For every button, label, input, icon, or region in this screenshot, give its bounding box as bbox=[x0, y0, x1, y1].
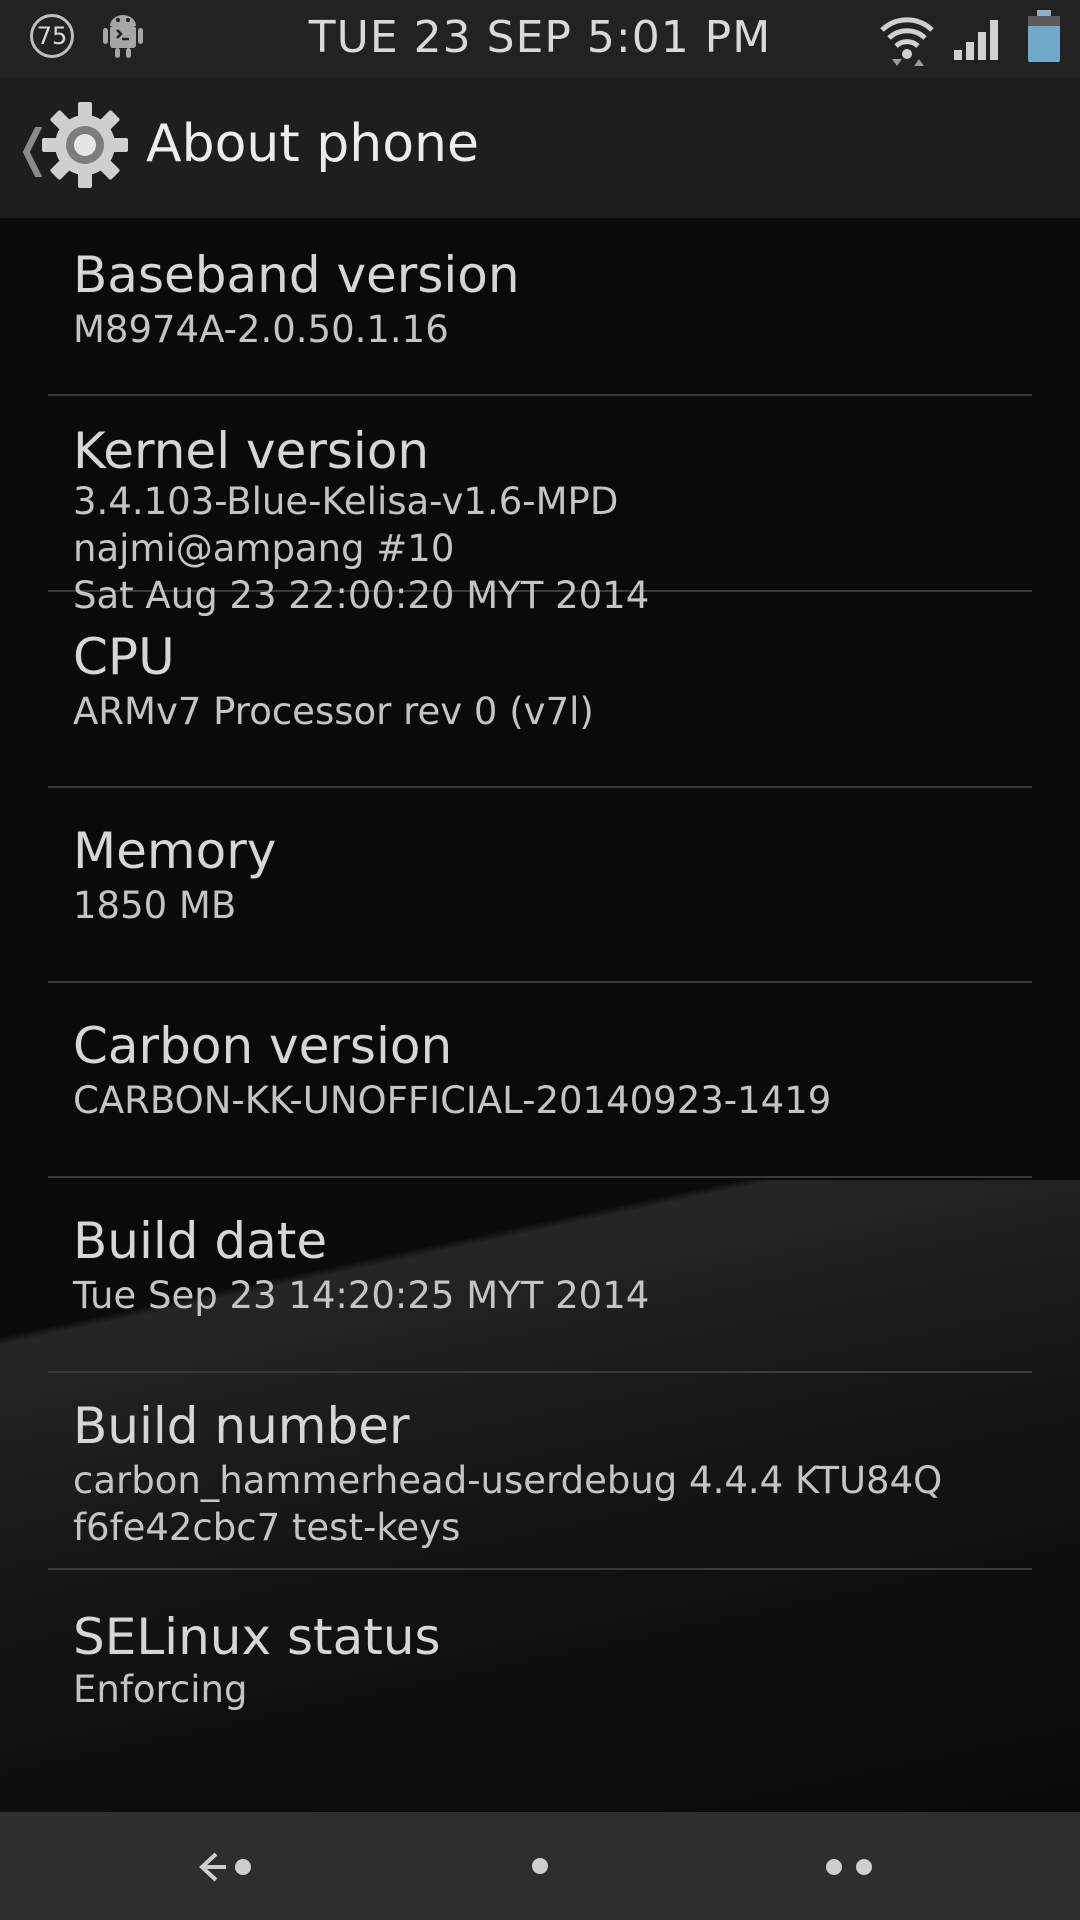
item-value: ARMv7 Processor rev 0 (v7l) bbox=[73, 690, 594, 733]
item-label: SELinux status bbox=[73, 1608, 441, 1666]
item-value: CARBON-KK-UNOFFICIAL-20140923-1419 bbox=[73, 1079, 832, 1122]
settings-gear-icon[interactable] bbox=[40, 100, 130, 190]
item-value: M8974A-2.0.50.1.16 bbox=[73, 308, 449, 351]
item-label: CPU bbox=[73, 628, 175, 686]
navigation-bar bbox=[0, 1812, 1080, 1920]
item-label: Baseband version bbox=[73, 246, 520, 304]
item-value: Tue Sep 23 14:20:25 MYT 2014 bbox=[73, 1274, 650, 1317]
page-title: About phone bbox=[146, 114, 479, 174]
wifi-icon bbox=[880, 17, 934, 66]
cell-signal-icon bbox=[954, 20, 998, 60]
item-value: 1850 MB bbox=[73, 884, 237, 927]
status-bar: 75 TUE 23 SEP 5:01 PM bbox=[0, 0, 1080, 78]
action-bar: ❬ About phone bbox=[0, 78, 1080, 218]
item-label: Build number bbox=[73, 1397, 410, 1455]
list-item-selinux-status[interactable]: SELinux status Enforcing bbox=[48, 1570, 1032, 1750]
list-item-kernel-version[interactable]: Kernel version 3.4.103-Blue-Kelisa-v1.6-… bbox=[48, 396, 1032, 617]
list-item-cpu[interactable]: CPU ARMv7 Processor rev 0 (v7l) bbox=[48, 592, 1032, 788]
item-label: Carbon version bbox=[73, 1017, 453, 1075]
list-item-carbon-version[interactable]: Carbon version CARBON-KK-UNOFFICIAL-2014… bbox=[48, 983, 1032, 1178]
item-label: Kernel version bbox=[73, 422, 430, 480]
recents-icon[interactable] bbox=[820, 1852, 884, 1882]
list-item-build-date[interactable]: Build date Tue Sep 23 14:20:25 MYT 2014 bbox=[48, 1178, 1032, 1373]
item-label: Build date bbox=[73, 1212, 328, 1270]
screen: 75 TUE 23 SEP 5:01 PM ❬ About phone Base… bbox=[0, 0, 1080, 1920]
list-item-build-number[interactable]: Build number carbon_hammerhead-userdebug… bbox=[48, 1373, 1032, 1570]
item-label: Memory bbox=[73, 822, 277, 880]
item-value: carbon_hammerhead-userdebug 4.4.4 KTU84Q… bbox=[73, 1459, 943, 1549]
battery-icon bbox=[1028, 10, 1060, 62]
info-list: Baseband version M8974A-2.0.50.1.16 Kern… bbox=[0, 218, 1080, 1750]
home-icon[interactable] bbox=[528, 1854, 552, 1878]
back-icon[interactable] bbox=[188, 1842, 258, 1892]
item-value: Enforcing bbox=[73, 1668, 248, 1711]
list-item-memory[interactable]: Memory 1850 MB bbox=[48, 788, 1032, 983]
list-item-baseband-version[interactable]: Baseband version M8974A-2.0.50.1.16 bbox=[48, 218, 1032, 396]
